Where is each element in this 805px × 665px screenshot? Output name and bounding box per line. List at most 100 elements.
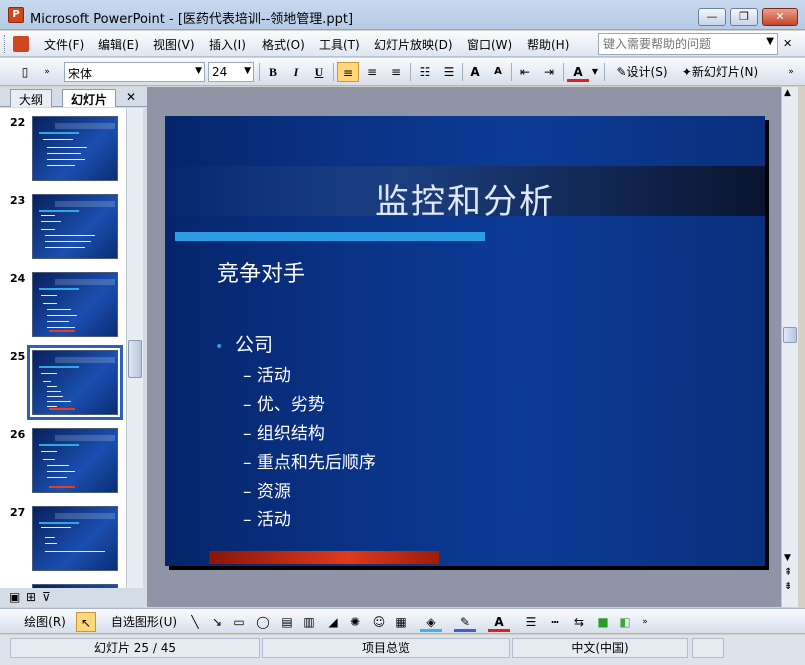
bullet-level2[interactable]: – 重点和先后顺序 <box>243 448 376 473</box>
slide-preview[interactable] <box>32 428 118 493</box>
toolbar-options-icon[interactable]: » <box>784 62 798 82</box>
menu-slideshow[interactable]: 幻灯片放映(D) <box>374 36 453 53</box>
3d-style-icon[interactable]: ◧ <box>616 612 634 632</box>
diagram-icon[interactable]: ✺ <box>346 612 364 632</box>
font-size-select[interactable]: 24 ▼ <box>208 62 254 82</box>
menu-view[interactable]: 视图(V) <box>153 36 195 53</box>
next-slide-icon[interactable]: ⇟ <box>784 581 792 592</box>
chevron-down-icon[interactable]: ▼ <box>590 62 600 82</box>
menu-window[interactable]: 窗口(W) <box>467 36 512 53</box>
align-left-icon[interactable]: ≡ <box>337 62 359 82</box>
tab-outline[interactable]: 大纲 <box>10 89 53 107</box>
slide-thumbnail[interactable] <box>0 580 126 588</box>
underline-button[interactable]: U <box>309 62 329 82</box>
align-right-icon[interactable]: ≡ <box>385 62 407 82</box>
powerpoint-app-icon[interactable]: P <box>8 7 24 23</box>
draw-menu-button[interactable]: 绘图(R) <box>20 612 70 632</box>
design-button[interactable]: ✎设计(S) <box>610 62 674 82</box>
rectangle-icon[interactable]: ▭ <box>230 612 248 632</box>
clipart-icon[interactable]: ☺ <box>370 612 388 632</box>
toolbar-options-icon[interactable]: » <box>40 62 54 82</box>
slide-preview[interactable] <box>32 116 118 181</box>
toolbar-options-icon[interactable]: » <box>640 612 650 632</box>
minimize-button[interactable]: — <box>698 8 726 26</box>
slide-preview[interactable] <box>32 194 118 259</box>
slide-canvas[interactable]: 监控和分析 竞争对手 • 公司 – 活动 – 优、劣势 – 组织结构 – 重点和先… <box>165 116 765 566</box>
wordart-icon[interactable]: ◢ <box>324 612 342 632</box>
italic-button[interactable]: I <box>286 62 306 82</box>
chevron-down-icon[interactable]: ▼ <box>766 36 774 47</box>
bulleted-list-icon[interactable]: ☰ <box>438 62 460 82</box>
oval-icon[interactable]: ◯ <box>254 612 272 632</box>
bullet-level2[interactable]: – 组织结构 <box>243 419 325 444</box>
slide-subtitle[interactable]: 竞争对手 <box>217 256 305 288</box>
dash-style-icon[interactable]: ┅ <box>546 612 564 632</box>
bold-button[interactable]: B <box>263 62 283 82</box>
previous-slide-icon[interactable]: ⇞ <box>784 567 792 578</box>
menu-help[interactable]: 帮助(H) <box>527 36 569 53</box>
slideshow-icon[interactable]: ⊽ <box>42 590 51 604</box>
document-close-icon[interactable]: ✕ <box>783 37 792 50</box>
normal-view-icon[interactable]: ▣ <box>9 590 20 604</box>
fill-color-icon[interactable]: ◈ <box>420 612 442 632</box>
new-document-icon[interactable]: ▯ <box>14 62 36 82</box>
restore-button[interactable]: ❐ <box>730 8 758 26</box>
menu-edit[interactable]: 编辑(E) <box>98 36 139 53</box>
grow-font-button[interactable]: A <box>465 62 485 82</box>
line-style-icon[interactable]: ☰ <box>522 612 540 632</box>
bullet-level2[interactable]: – 活动 <box>243 361 291 386</box>
thumbnail-scrollbar[interactable] <box>126 108 143 588</box>
menu-insert[interactable]: 插入(I) <box>209 36 246 53</box>
menu-file[interactable]: 文件(F) <box>44 36 84 53</box>
select-pointer-icon[interactable]: ↖ <box>76 612 96 632</box>
slide-thumbnail[interactable]: 24 <box>0 268 126 346</box>
font-color-button[interactable]: A <box>567 62 589 82</box>
toolbar-grip[interactable] <box>4 35 7 53</box>
new-slide-button[interactable]: ✦新幻灯片(N) <box>676 62 764 82</box>
line-icon[interactable]: ╲ <box>186 612 204 632</box>
bullet-level2[interactable]: – 资源 <box>243 477 291 502</box>
slide-thumbnail-selected[interactable]: 25 <box>0 345 126 424</box>
textbox-icon[interactable]: ▤ <box>278 612 296 632</box>
scroll-down-icon[interactable]: ▼ <box>784 553 791 563</box>
decrease-indent-icon[interactable]: ⇤ <box>514 62 536 82</box>
arrow-style-icon[interactable]: ⇆ <box>570 612 588 632</box>
increase-indent-icon[interactable]: ⇥ <box>538 62 560 82</box>
align-center-icon[interactable]: ≡ <box>361 62 383 82</box>
bullet-level2[interactable]: – 优、劣势 <box>243 390 325 415</box>
document-icon[interactable] <box>13 36 29 52</box>
shrink-font-button[interactable]: A <box>488 62 508 82</box>
slide-preview[interactable] <box>32 584 118 588</box>
scrollbar-thumb[interactable] <box>128 340 142 378</box>
vertical-textbox-icon[interactable]: ▥ <box>300 612 318 632</box>
slide-thumbnail[interactable]: 27 <box>0 502 126 580</box>
slide-thumbnail[interactable]: 23 <box>0 190 126 268</box>
slide-preview[interactable] <box>32 272 118 337</box>
bullet-level1[interactable]: • 公司 <box>215 330 273 357</box>
slide-sorter-icon[interactable]: ⊞ <box>26 590 36 604</box>
numbered-list-icon[interactable]: ☷ <box>414 62 436 82</box>
line-color-icon[interactable]: ✎ <box>454 612 476 632</box>
autoshapes-button[interactable]: 自选图形(U) <box>104 612 184 632</box>
font-name-select[interactable]: 宋体 ▼ <box>64 62 205 82</box>
tab-slides[interactable]: 幻灯片 <box>62 89 117 107</box>
scroll-up-icon[interactable]: ▲ <box>784 88 791 98</box>
bullet-level2[interactable]: – 活动 <box>243 505 291 530</box>
slide-preview[interactable] <box>27 345 123 420</box>
slide-preview[interactable] <box>32 506 118 571</box>
slide-thumbnail[interactable]: 26 <box>0 424 126 502</box>
help-search-input[interactable] <box>599 34 759 54</box>
picture-icon[interactable]: ▦ <box>392 612 410 632</box>
draw-font-color-button[interactable]: A <box>488 612 510 632</box>
pane-close-icon[interactable]: ✕ <box>126 90 136 104</box>
close-button[interactable]: ✕ <box>762 8 798 26</box>
menu-tools[interactable]: 工具(T) <box>319 36 360 53</box>
arrow-icon[interactable]: ↘ <box>208 612 226 632</box>
help-search[interactable]: ▼ <box>598 33 778 55</box>
scrollbar-thumb[interactable] <box>783 327 797 343</box>
slide-thumbnail[interactable]: 22 <box>0 112 126 190</box>
menu-format[interactable]: 格式(O) <box>262 36 305 53</box>
slide-scrollbar[interactable]: ▲ ▼ ⇞ ⇟ <box>781 87 798 607</box>
slide-title[interactable]: 监控和分析 <box>375 174 555 223</box>
shadow-icon[interactable]: ■ <box>594 612 612 632</box>
